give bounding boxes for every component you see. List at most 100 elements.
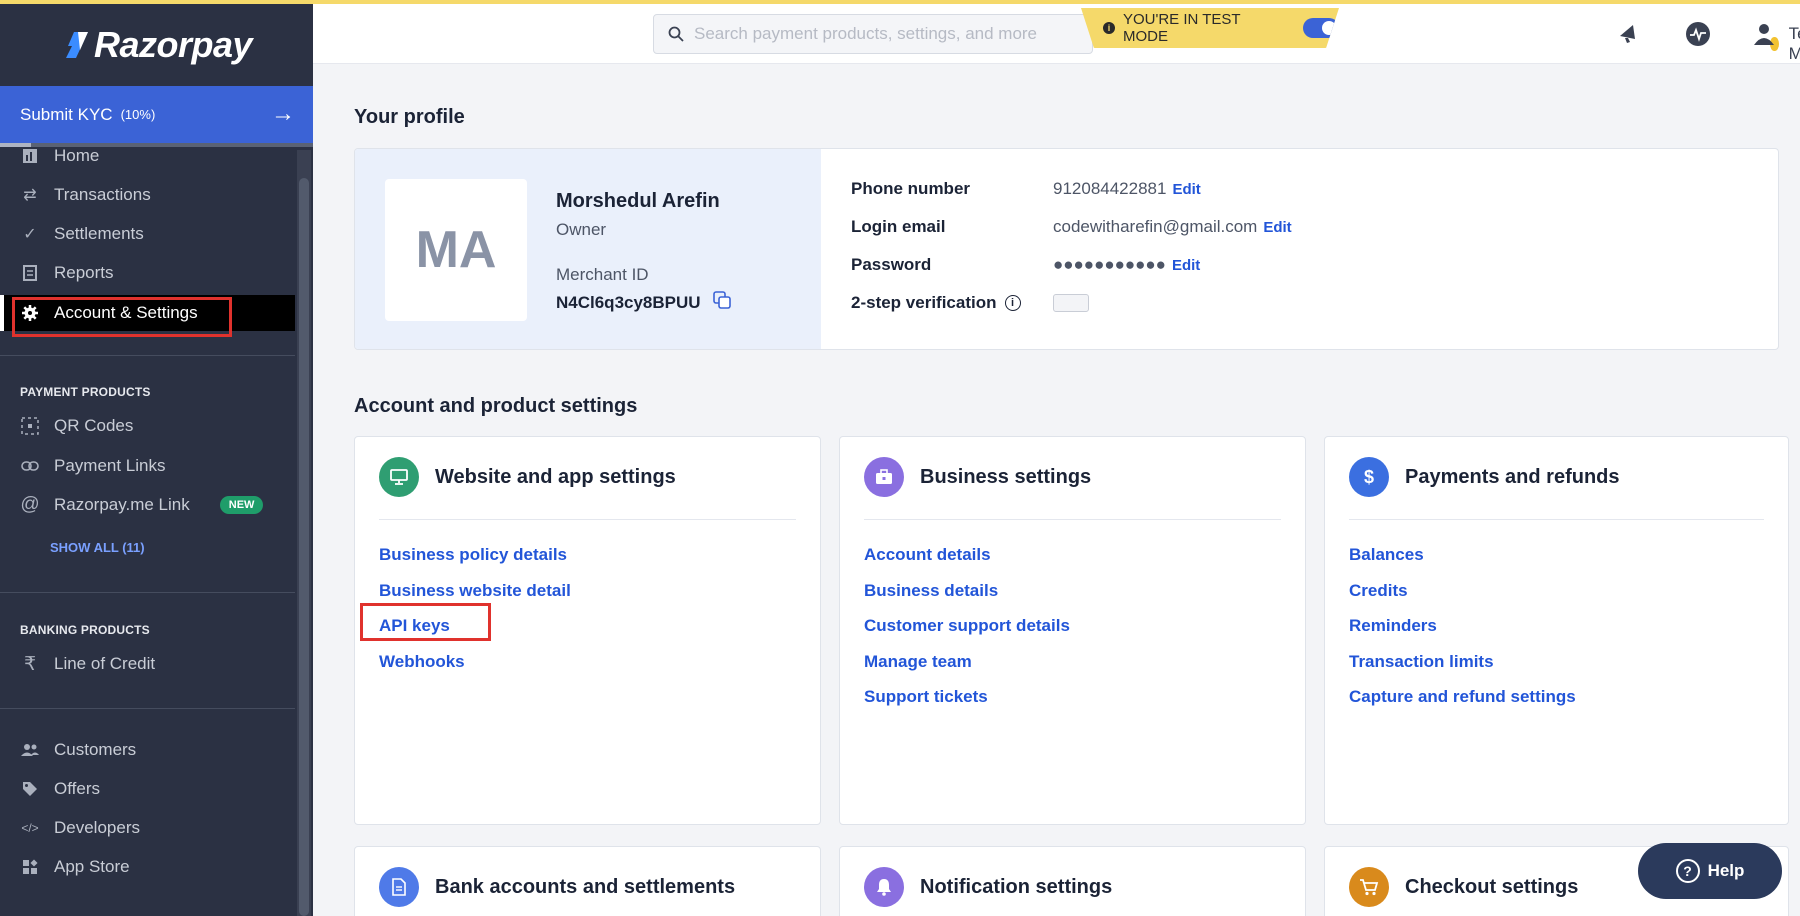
sidebar-item-label: Developers	[54, 818, 140, 837]
webhooks-link[interactable]: Webhooks	[379, 652, 571, 688]
sidebar-item-label: Customers	[54, 740, 137, 759]
support-tickets-link[interactable]: Support tickets	[864, 687, 1070, 723]
card-divider	[379, 519, 796, 520]
balances-link[interactable]: Balances	[1349, 545, 1576, 581]
phone-label: Phone number	[851, 179, 971, 198]
app-store-icon	[20, 859, 40, 875]
sidebar-item-label: Settlements	[54, 224, 144, 243]
profile-role: Owner	[556, 220, 607, 239]
card-header: Bank accounts and settlements	[379, 867, 735, 907]
active-indicator	[0, 295, 4, 331]
info-icon: i	[1103, 22, 1115, 34]
sidebar-item-razorpay-me-link[interactable]: @ Razorpay.me Link NEW	[0, 487, 295, 523]
sidebar-item-qr-codes[interactable]: QR Codes	[0, 408, 295, 444]
kyc-percent: (10%)	[120, 107, 156, 122]
sidebar-item-reports[interactable]: Reports	[0, 255, 295, 291]
activity-icon[interactable]	[1684, 20, 1712, 48]
phone-value: 912084422881	[1053, 179, 1167, 198]
show-all-link[interactable]: SHOW ALL (11)	[50, 540, 145, 555]
password-value: ●●●●●●●●●●●	[1053, 255, 1166, 274]
sidebar-item-home[interactable]: Home	[0, 138, 295, 174]
search-input[interactable]	[694, 24, 1074, 44]
business-settings-card: Business settings Account details Busine…	[839, 436, 1306, 825]
razorpay-logo[interactable]: Razorpay	[64, 24, 253, 66]
sidebar-item-payment-links[interactable]: Payment Links	[0, 448, 295, 484]
sidebar-item-settlements[interactable]: ✓ Settlements	[0, 216, 295, 252]
merchant-id: N4Cl6q3cy8BPUU	[556, 291, 731, 314]
profile-summary: MA Morshedul Arefin Owner Merchant ID N4…	[355, 149, 821, 349]
sidebar-item-transactions[interactable]: ⇄ Transactions	[0, 177, 295, 213]
card-links: Account details Business details Custome…	[864, 545, 1070, 723]
two-step-toggle[interactable]	[1053, 294, 1089, 312]
email-label: Login email	[851, 217, 946, 236]
manage-team-link[interactable]: Manage team	[864, 652, 1070, 688]
sidebar-scrollbar[interactable]	[299, 178, 309, 916]
test-mode-toggle[interactable]	[1303, 18, 1339, 38]
edit-phone-link[interactable]: Edit	[1172, 181, 1200, 198]
sidebar-item-label: Offers	[54, 779, 100, 798]
code-icon: </>	[21, 821, 39, 835]
account-settings-title: Account and product settings	[354, 395, 638, 417]
two-step-label-wrap: 2-step verification i	[851, 293, 1053, 313]
card-links: Balances Credits Reminders Transaction l…	[1349, 545, 1576, 723]
top-bar: i YOU'RE IN TEST MODE Test Mode ▼	[313, 4, 1800, 64]
card-header: Business settings	[864, 457, 1091, 497]
two-step-row: 2-step verification i	[851, 293, 1089, 313]
capture-refund-settings-link[interactable]: Capture and refund settings	[1349, 687, 1576, 723]
question-icon: ?	[1675, 859, 1700, 883]
email-value: codewitharefin@gmail.com	[1053, 217, 1258, 236]
document-icon	[379, 867, 419, 907]
card-title: Notification settings	[920, 875, 1113, 898]
bell-icon	[864, 867, 904, 907]
business-details-link[interactable]: Business details	[864, 581, 1070, 617]
card-header: Checkout settings	[1349, 867, 1578, 907]
announcement-icon[interactable]	[1615, 20, 1643, 48]
arrow-right-icon: →	[271, 100, 295, 127]
account-details-link[interactable]: Account details	[864, 545, 1070, 581]
info-icon[interactable]: i	[1004, 295, 1021, 311]
card-divider	[864, 519, 1281, 520]
edit-email-link[interactable]: Edit	[1263, 219, 1291, 236]
card-header: $ Payments and refunds	[1349, 457, 1620, 497]
business-policy-details-link[interactable]: Business policy details	[379, 545, 571, 581]
card-title: Website and app settings	[435, 465, 676, 488]
submit-kyc-banner[interactable]: Submit KYC (10%) →	[0, 86, 313, 143]
sidebar-item-label: Home	[54, 146, 100, 165]
card-divider	[1349, 519, 1764, 520]
transactions-icon: ⇄	[23, 187, 37, 204]
sidebar-item-label: QR Codes	[54, 416, 134, 435]
razorpay-logo-icon	[66, 32, 88, 58]
highlight-box	[360, 603, 491, 641]
sidebar-item-customers[interactable]: Customers	[0, 732, 295, 768]
edit-password-link[interactable]: Edit	[1172, 257, 1200, 274]
sidebar-item-developers[interactable]: </> Developers	[0, 810, 295, 846]
sidebar-item-line-of-credit[interactable]: ₹ Line of Credit	[0, 646, 295, 682]
sidebar-item-label: Reports	[54, 263, 114, 282]
tag-icon	[20, 781, 40, 797]
banking-products-heading: BANKING PRODUCTS	[20, 623, 150, 637]
transaction-limits-link[interactable]: Transaction limits	[1349, 652, 1576, 688]
card-title: Bank accounts and settlements	[435, 875, 736, 898]
merchant-id-value: N4Cl6q3cy8BPUU	[556, 292, 701, 312]
profile-name: Morshedul Arefin	[556, 190, 720, 212]
help-button[interactable]: ? Help	[1638, 843, 1782, 899]
credits-link[interactable]: Credits	[1349, 581, 1576, 617]
user-profile-icon[interactable]	[1750, 20, 1778, 48]
customer-support-details-link[interactable]: Customer support details	[864, 616, 1070, 652]
sidebar-divider	[0, 355, 295, 356]
sidebar-item-label: Transactions	[54, 185, 151, 204]
notification-settings-card: Notification settings	[839, 846, 1306, 916]
payments-refunds-card: $ Payments and refunds Balances Credits …	[1324, 436, 1789, 825]
home-icon	[20, 148, 40, 164]
sidebar-item-app-store[interactable]: App Store	[0, 849, 295, 885]
customers-icon	[20, 743, 40, 757]
new-badge: NEW	[219, 496, 264, 514]
reminders-link[interactable]: Reminders	[1349, 616, 1576, 652]
copy-icon[interactable]	[712, 291, 731, 314]
sidebar-item-offers[interactable]: Offers	[0, 771, 295, 807]
profile-card: MA Morshedul Arefin Owner Merchant ID N4…	[354, 148, 1779, 350]
card-header: Website and app settings	[379, 457, 676, 497]
phone-row: Phone number 912084422881 Edit	[851, 179, 1201, 199]
sidebar-divider	[0, 708, 295, 709]
search-box[interactable]	[653, 14, 1093, 54]
